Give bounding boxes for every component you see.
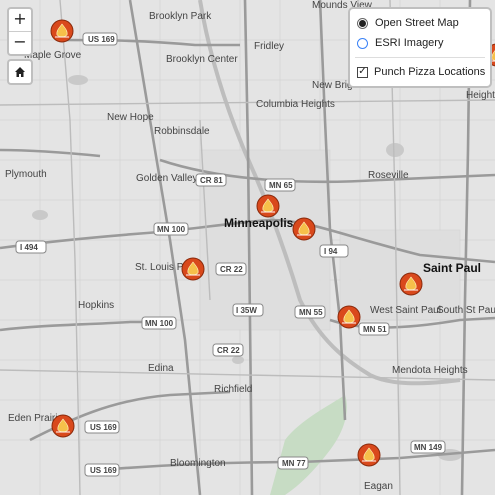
city-label-minneapolis: Minneapolis [224,216,294,230]
city-label-new-hope: New Hope [107,112,154,123]
city-label-plymouth: Plymouth [5,169,47,180]
city-label-columbia-heights: Columbia Heights [256,99,335,110]
esri-radio[interactable] [357,37,368,49]
home-icon [15,67,25,77]
zoom-in-button[interactable]: + [9,9,31,31]
shield-us-169-edina: US 169 [84,420,120,434]
shield-us-169-south: US 169 [84,463,120,477]
layer-switcher: Open Street Map ESRI Imagery ✓ Punch Piz… [348,7,492,88]
home-button[interactable] [7,59,33,85]
shield-cr-81: CR 81 [195,173,227,187]
city-label-brooklyn-park: Brooklyn Park [149,11,212,22]
pizza-location-marker[interactable] [256,194,280,218]
pizza-location-marker[interactable] [51,414,75,438]
punch-pizza-checkbox[interactable]: ✓ [357,66,368,78]
city-label-eagan: Eagan [364,481,393,492]
osm-label: Open Street Map [375,17,459,29]
city-label-west-saint-paul: West Saint Paul [370,305,441,316]
city-label-golden-valley: Golden Valley [136,173,198,184]
city-label-fridley: Fridley [254,41,284,52]
shield-us-169-north: US 169 [82,32,118,46]
layer-divider [355,57,485,58]
pizza-location-marker[interactable] [357,443,381,467]
city-label-richfield: Richfield [214,384,252,395]
svg-text:MN 149: MN 149 [414,443,443,452]
shield-mn-77: MN 77 [277,456,309,470]
shield-mn-149: MN 149 [410,440,446,454]
svg-text:I 94: I 94 [324,247,338,256]
svg-text:US 169: US 169 [90,423,117,432]
city-label-roseville: Roseville [368,170,409,181]
city-label-brooklyn-center: Brooklyn Center [166,54,238,65]
svg-text:MN 51: MN 51 [363,325,387,334]
shield-mn-55: MN 55 [294,305,326,319]
base-layer-esri[interactable]: ESRI Imagery [350,33,490,53]
svg-text:MN 55: MN 55 [299,308,323,317]
svg-text:CR 22: CR 22 [217,346,240,355]
city-label-mendota-heights: Mendota Heights [392,365,468,376]
pizza-location-marker[interactable] [399,272,423,296]
shield-cr-22-north: CR 22 [215,262,247,276]
city-label-south-st-paul: South St Paul [437,305,495,316]
shield-mn-51: MN 51 [358,322,390,336]
shield-cr-22-south: CR 22 [212,343,244,357]
city-label-edina: Edina [148,363,174,374]
punch-pizza-label: Punch Pizza Locations [374,66,486,78]
zoom-out-button[interactable]: − [9,31,31,54]
svg-text:MN 100: MN 100 [157,225,186,234]
city-label-hopkins: Hopkins [78,300,114,311]
shield-mn-100: MN 100 [153,222,189,236]
svg-text:US 169: US 169 [90,466,117,475]
osm-radio[interactable] [357,17,368,29]
overlay-punch-pizza[interactable]: ✓ Punch Pizza Locations [350,62,490,82]
shield-i-35w: I 35W [232,303,264,317]
svg-text:I 35W: I 35W [236,306,257,315]
svg-text:I 494: I 494 [20,243,38,252]
shield-i-94: I 94 [319,244,349,258]
pizza-location-marker[interactable] [337,305,361,329]
city-label-bloomington: Bloomington [170,458,226,469]
pizza-location-marker[interactable] [50,19,74,43]
esri-label: ESRI Imagery [375,37,444,49]
pizza-location-marker[interactable] [292,217,316,241]
svg-text:MN 65: MN 65 [269,181,293,190]
city-label-robbinsdale: Robbinsdale [154,126,210,137]
city-label-heights: Heights [466,90,495,101]
svg-text:MN 100: MN 100 [145,319,174,328]
shield-i-494-west: I 494 [15,240,47,254]
shield-mn-65: MN 65 [264,178,296,192]
svg-text:CR 81: CR 81 [200,176,223,185]
svg-text:MN 77: MN 77 [282,459,306,468]
city-label-saint-paul: Saint Paul [423,261,481,275]
base-layer-osm[interactable]: Open Street Map [350,13,490,33]
svg-text:CR 22: CR 22 [220,265,243,274]
zoom-control: + − [7,7,33,56]
shield-mn-100-south: MN 100 [141,316,177,330]
pizza-location-marker[interactable] [181,257,205,281]
svg-text:US 169: US 169 [88,35,115,44]
